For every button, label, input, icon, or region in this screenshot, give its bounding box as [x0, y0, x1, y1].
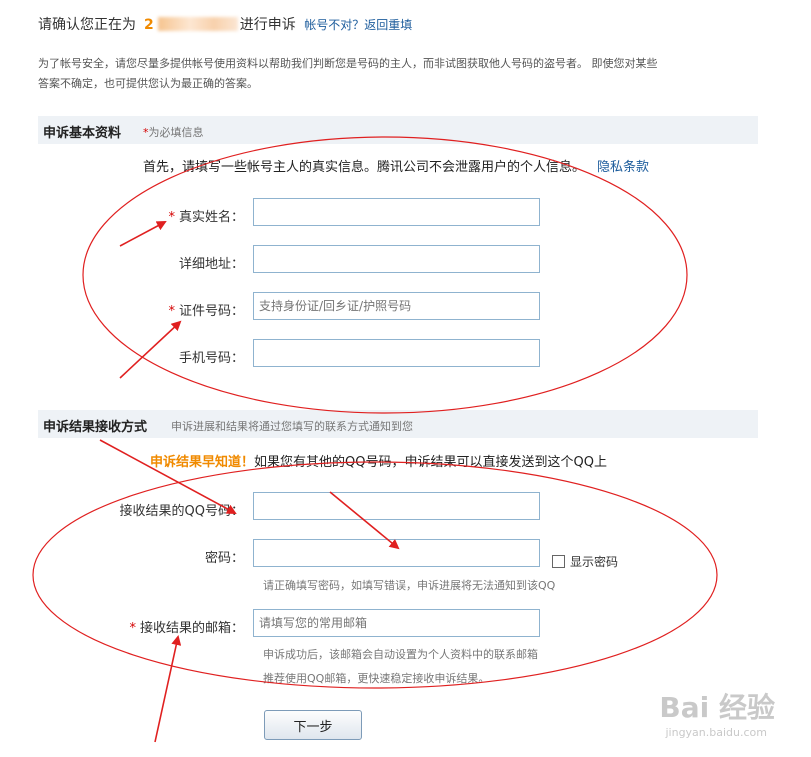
email-hint-2: 推荐使用QQ邮箱，更快速稳定接收申诉结果。	[263, 672, 490, 685]
next-step-button[interactable]: 下一步	[264, 710, 362, 740]
id-number-label: * 证件号码：	[168, 304, 244, 319]
mobile-label: 手机号码：	[178, 351, 244, 366]
qq-number-label: 接收结果的QQ号码：	[119, 504, 244, 519]
email-input[interactable]	[253, 609, 540, 637]
account-number: 2	[144, 17, 154, 33]
email-hint-1: 申诉成功后，该邮箱会自动设置为个人资料中的联系邮箱	[263, 648, 538, 661]
annotation-overlay	[32, 136, 718, 743]
annotation-arrow-name	[119, 221, 167, 247]
qq-number-input[interactable]	[253, 492, 540, 520]
baidu-watermark: Bai 经验	[659, 691, 775, 724]
id-number-input[interactable]	[253, 292, 540, 320]
header-prefix: 请确认您正在为	[38, 17, 136, 33]
address-label: 详细地址：	[178, 257, 244, 272]
mobile-input[interactable]	[253, 339, 540, 367]
intro-text: 为了帐号安全，请您尽量多提供帐号使用资料以帮助我们判断您是号码的主人，而非试图获…	[38, 57, 658, 90]
section-result-header: 申诉结果接收方式 申诉进展和结果将通过您填写的联系方式通知到您	[38, 410, 758, 438]
appeal-header: 请确认您正在为 2 进行申诉 帐号不对？返回重填	[38, 14, 412, 34]
result-notice-emphasis: 申诉结果早知道！	[150, 455, 255, 470]
real-name-label: * 真实姓名：	[168, 210, 244, 225]
email-label: * 接收结果的邮箱：	[129, 621, 244, 636]
result-notice: 申诉结果早知道！如果您有其他的QQ号码，申诉结果可以直接发送到这个QQ上	[150, 451, 607, 470]
header-suffix: 进行申诉	[239, 17, 296, 33]
section-result-title: 申诉结果接收方式	[43, 420, 148, 435]
privacy-notice-text: 首先，请填写一些帐号主人的真实信息。腾讯公司不会泄露用户的个人信息。	[143, 160, 586, 175]
section-basic-header: 申诉基本资料 *为必填信息	[38, 116, 758, 144]
privacy-notice: 首先，请填写一些帐号主人的真实信息。腾讯公司不会泄露用户的个人信息。 隐私条款	[143, 156, 649, 175]
show-password-toggle[interactable]: 显示密码	[552, 553, 618, 570]
result-notice-text: 如果您有其他的QQ号码，申诉结果可以直接发送到这个QQ上	[254, 455, 607, 470]
show-password-checkbox[interactable]	[552, 555, 565, 568]
section-result-sub: 申诉进展和结果将通过您填写的联系方式通知到您	[171, 420, 413, 433]
address-input[interactable]	[253, 245, 540, 273]
password-label: 密码：	[204, 551, 244, 566]
real-name-input[interactable]	[253, 198, 540, 226]
privacy-link[interactable]: 隐私条款	[597, 160, 649, 175]
password-input[interactable]	[253, 539, 540, 567]
password-hint: 请正确填写密码，如填写错误，申诉进展将无法通知到该QQ	[263, 579, 556, 592]
required-note: *为必填信息	[143, 126, 204, 139]
show-password-label: 显示密码	[570, 555, 619, 569]
annotation-ellipse-basic	[82, 136, 688, 414]
wrong-account-link[interactable]: 帐号不对？返回重填	[304, 18, 412, 32]
annotation-arrow-email	[154, 635, 182, 743]
baidu-watermark-url: jingyan.baidu.com	[665, 726, 767, 739]
section-basic-title: 申诉基本资料	[43, 126, 122, 141]
blurred-account-digits	[157, 17, 238, 31]
